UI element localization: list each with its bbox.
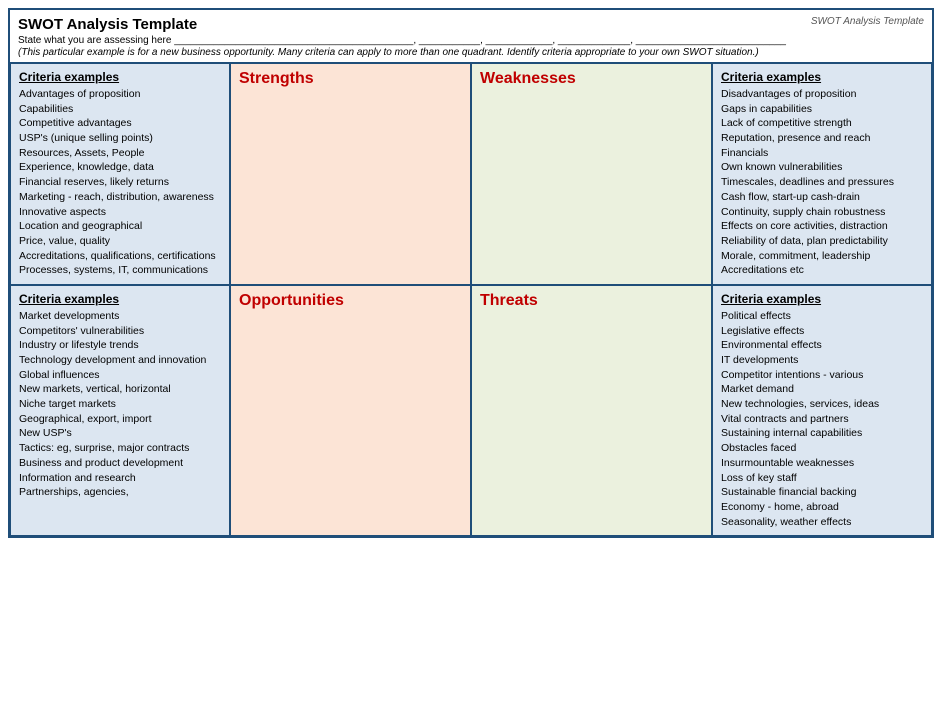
top-left-criteria: Criteria examples Advantages of proposit…	[10, 63, 230, 285]
list-item: Niche target markets	[19, 397, 221, 412]
bottom-right-criteria-list: Political effects Legislative effects En…	[721, 309, 923, 529]
bottom-right-criteria-header: Criteria examples	[721, 292, 923, 306]
list-item: New USP's	[19, 426, 221, 441]
opportunities-cell: Opportunities	[230, 285, 471, 536]
bottom-right-criteria: Criteria examples Political effects Legi…	[712, 285, 932, 536]
bottom-left-criteria: Criteria examples Market developments Co…	[10, 285, 230, 536]
opportunities-header: Opportunities	[239, 292, 462, 310]
list-item: Business and product development	[19, 456, 221, 471]
page: SWOT Analysis Template SWOT Analysis Tem…	[0, 0, 942, 724]
list-item: Continuity, supply chain robustness	[721, 205, 923, 220]
list-item: Political effects	[721, 309, 923, 324]
list-item: Processes, systems, IT, communications	[19, 263, 221, 278]
list-item: Loss of key staff	[721, 471, 923, 486]
list-item: Information and research	[19, 471, 221, 486]
list-item: Financial reserves, likely returns	[19, 175, 221, 190]
top-left-criteria-header: Criteria examples	[19, 70, 221, 84]
weaknesses-cell: Weaknesses	[471, 63, 712, 285]
list-item: Accreditations, qualifications, certific…	[19, 249, 221, 264]
list-item: Legislative effects	[721, 324, 923, 339]
list-item: Lack of competitive strength	[721, 116, 923, 131]
list-item: Accreditations etc	[721, 263, 923, 278]
list-item: Cash flow, start-up cash-drain	[721, 190, 923, 205]
list-item: Competitive advantages	[19, 116, 221, 131]
top-left-criteria-list: Advantages of proposition Capabilities C…	[19, 87, 221, 278]
list-item: Sustaining internal capabilities	[721, 426, 923, 441]
list-item: Reputation, presence and reach	[721, 131, 923, 146]
list-item: Effects on core activities, distraction	[721, 219, 923, 234]
watermark: SWOT Analysis Template	[811, 16, 924, 27]
list-item: Location and geographical	[19, 219, 221, 234]
header-line2: (This particular example is for a new bu…	[18, 47, 924, 58]
list-item: Tactics: eg, surprise, major contracts	[19, 441, 221, 456]
list-item: New markets, vertical, horizontal	[19, 382, 221, 397]
list-item: Competitor intentions - various	[721, 368, 923, 383]
list-item: Reliability of data, plan predictability	[721, 234, 923, 249]
list-item: Resources, Assets, People	[19, 146, 221, 161]
strengths-header: Strengths	[239, 70, 462, 88]
top-right-criteria: Criteria examples Disadvantages of propo…	[712, 63, 932, 285]
list-item: Industry or lifestyle trends	[19, 338, 221, 353]
list-item: Competitors' vulnerabilities	[19, 324, 221, 339]
list-item: Market developments	[19, 309, 221, 324]
list-item: Seasonality, weather effects	[721, 515, 923, 530]
swot-grid: Criteria examples Advantages of proposit…	[10, 63, 932, 536]
list-item: Economy - home, abroad	[721, 500, 923, 515]
list-item: Insurmountable weaknesses	[721, 456, 923, 471]
list-item: Gaps in capabilities	[721, 102, 923, 117]
bottom-left-criteria-list: Market developments Competitors' vulnera…	[19, 309, 221, 500]
strengths-cell: Strengths	[230, 63, 471, 285]
top-right-criteria-header: Criteria examples	[721, 70, 923, 84]
list-item: Vital contracts and partners	[721, 412, 923, 427]
list-item: Marketing - reach, distribution, awarene…	[19, 190, 221, 205]
list-item: New technologies, services, ideas	[721, 397, 923, 412]
list-item: Innovative aspects	[19, 205, 221, 220]
list-item: Capabilities	[19, 102, 221, 117]
list-item: Global influences	[19, 368, 221, 383]
list-item: Morale, commitment, leadership	[721, 249, 923, 264]
swot-container: SWOT Analysis Template SWOT Analysis Tem…	[8, 8, 934, 538]
threats-header: Threats	[480, 292, 703, 310]
bottom-left-criteria-header: Criteria examples	[19, 292, 221, 306]
list-item: Experience, knowledge, data	[19, 160, 221, 175]
list-item: Price, value, quality	[19, 234, 221, 249]
header: SWOT Analysis Template SWOT Analysis Tem…	[10, 10, 932, 63]
list-item: Disadvantages of proposition	[721, 87, 923, 102]
list-item: IT developments	[721, 353, 923, 368]
list-item: Sustainable financial backing	[721, 485, 923, 500]
list-item: USP's (unique selling points)	[19, 131, 221, 146]
list-item: Obstacles faced	[721, 441, 923, 456]
list-item: Environmental effects	[721, 338, 923, 353]
list-item: Own known vulnerabilities	[721, 160, 923, 175]
list-item: Geographical, export, import	[19, 412, 221, 427]
list-item: Partnerships, agencies,	[19, 485, 221, 500]
weaknesses-header: Weaknesses	[480, 70, 703, 88]
list-item: Technology development and innovation	[19, 353, 221, 368]
list-item: Financials	[721, 146, 923, 161]
threats-cell: Threats	[471, 285, 712, 536]
list-item: Advantages of proposition	[19, 87, 221, 102]
page-title: SWOT Analysis Template	[18, 16, 924, 33]
list-item: Timescales, deadlines and pressures	[721, 175, 923, 190]
header-line1: State what you are assessing here ______…	[18, 35, 924, 46]
top-right-criteria-list: Disadvantages of proposition Gaps in cap…	[721, 87, 923, 278]
list-item: Market demand	[721, 382, 923, 397]
